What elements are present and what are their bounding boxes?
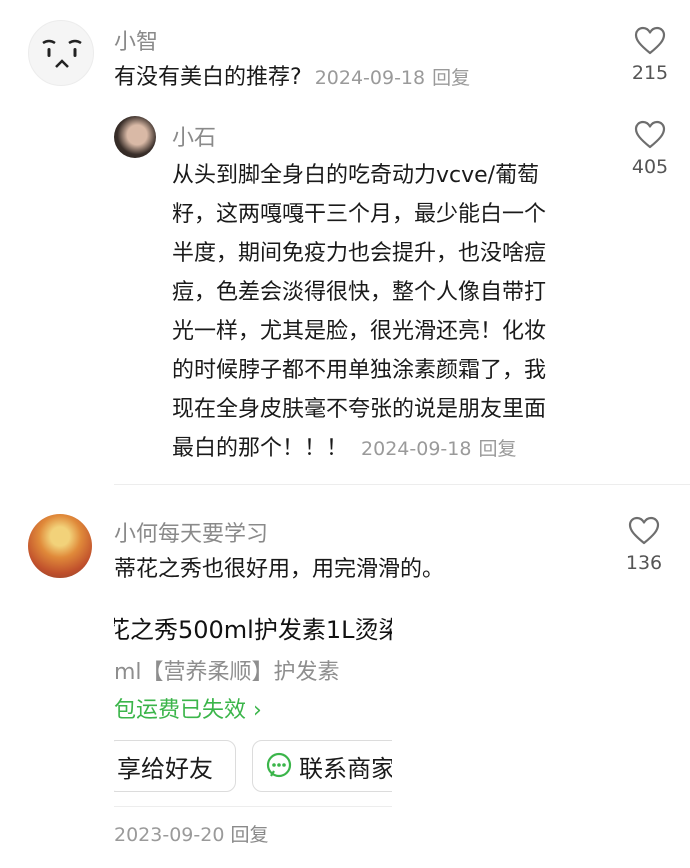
chevron-right-icon: ›	[246, 698, 262, 723]
product-title: 花之秀500ml护发素1L烫染	[114, 616, 392, 644]
divider	[114, 484, 690, 485]
like-count: 405	[631, 156, 669, 178]
reply-username[interactable]: 小石	[172, 120, 216, 152]
like-button[interactable]: 215	[620, 26, 680, 84]
comment-text: 蒂花之秀也很好用，用完滑滑的。	[114, 557, 445, 582]
avatar[interactable]	[28, 20, 94, 86]
comment-username[interactable]: 小何每天要学习	[114, 516, 268, 548]
heart-icon	[628, 516, 660, 545]
heart-icon	[634, 120, 666, 149]
contact-seller-button[interactable]: 联系商家	[252, 740, 392, 792]
product-subtitle: ml【营养柔顺】护发素	[114, 660, 340, 685]
comment-text: 有没有美白的推荐? 2024-09-18 回复	[114, 65, 471, 90]
reply-text: 从头到脚全身白的吃奇动力vcve/葡萄 籽，这两嘎嘎干三个月，最少能白一个 半度…	[172, 163, 547, 461]
comment-date: 2023-09-20	[114, 824, 225, 846]
shipping-link[interactable]: 包运费已失效 ›	[114, 692, 262, 724]
share-button[interactable]: 享给好友	[114, 740, 236, 792]
reply-button[interactable]: 回复	[478, 438, 516, 460]
like-count: 215	[631, 62, 669, 84]
divider	[114, 806, 392, 807]
chat-icon	[266, 752, 292, 778]
avatar[interactable]	[114, 116, 156, 158]
reply-button[interactable]: 回复	[432, 67, 470, 89]
like-button[interactable]: 136	[614, 516, 674, 574]
avatar[interactable]	[28, 514, 92, 578]
face-emoji-icon	[42, 39, 82, 68]
comment-username[interactable]: 小智	[114, 24, 158, 56]
like-count: 136	[625, 552, 663, 574]
product-card[interactable]: 花之秀500ml护发素1L烫染 ml【营养柔顺】护发素 包运费已失效 › 享给好…	[114, 598, 392, 808]
comment-meta: 2023-09-20 回复	[114, 820, 268, 847]
reply-date: 2024-09-18	[361, 438, 472, 460]
comment-date: 2024-09-18	[314, 67, 426, 89]
reply-button[interactable]: 回复	[230, 824, 268, 846]
like-button[interactable]: 405	[620, 120, 680, 178]
heart-icon	[634, 26, 666, 55]
